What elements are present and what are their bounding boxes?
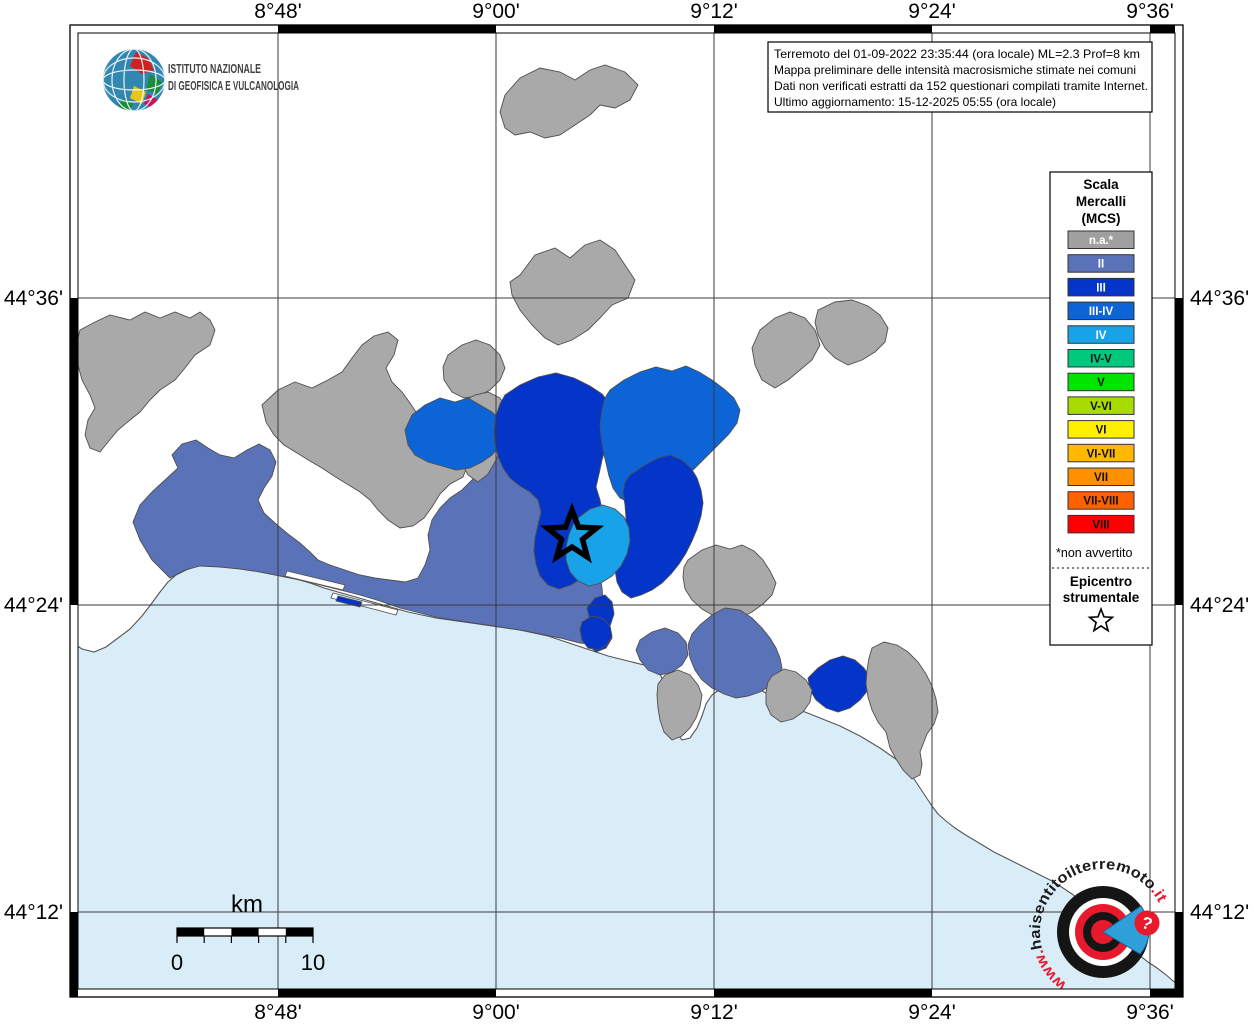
- axis-right-2: 44°24': [1190, 594, 1249, 617]
- legend-epicenter-line1: Epicentro: [1070, 574, 1132, 589]
- axis-bottom-1: 8°48': [254, 1001, 301, 1024]
- legend-chip-v-vi-label: V-VI: [1090, 401, 1112, 413]
- legend-chip-vi-vii-label: VI-VII: [1087, 448, 1116, 460]
- axis-bottom-2: 9°00': [472, 1001, 519, 1024]
- axis-right-1: 44°36': [1190, 287, 1249, 310]
- legend-chip-viii-label: VIII: [1092, 519, 1109, 531]
- legend-chip-vi-label: VI: [1096, 425, 1107, 437]
- axis-bottom-4: 9°24': [908, 1001, 955, 1024]
- axis-left-3: 44°12': [4, 901, 63, 924]
- seismic-intensity-map-page: km 0 10 ? www.haisentitoilterremoto.it I…: [0, 0, 1254, 1024]
- axis-top-4: 9°24': [908, 0, 955, 23]
- scale-bar-end: 10: [301, 950, 325, 975]
- legend-chip-ii-label: II: [1098, 259, 1104, 271]
- ingv-name-line2: DI GEOFISICA E VULCANOLOGIA: [168, 79, 299, 93]
- axis-bottom-3: 9°12': [690, 1001, 737, 1024]
- info-line-3: Dati non verificati estratti da 152 ques…: [774, 79, 1148, 93]
- legend-chip-vii-viii-label: VII-VIII: [1083, 496, 1118, 508]
- axis-top-3: 9°12': [690, 0, 737, 23]
- axis-top-1: 8°48': [254, 0, 301, 23]
- legend-box: Scala Mercalli (MCS) n.a.* II III III-IV…: [1049, 171, 1153, 646]
- scale-bar-unit: km: [231, 891, 263, 918]
- axis-top-2: 9°00': [472, 0, 519, 23]
- legend-chip-na-label: n.a.*: [1089, 235, 1114, 247]
- axis-left-2: 44°24': [4, 594, 63, 617]
- axis-bottom-5: 9°36': [1126, 1001, 1173, 1024]
- axis-left-1: 44°36': [4, 287, 63, 310]
- legend-title-line2: Mercalli: [1076, 194, 1126, 209]
- axis-top-5: 9°36': [1126, 0, 1173, 23]
- legend-chip-iii-iv-label: III-IV: [1089, 306, 1114, 318]
- info-line-1: Terremoto del 01-09-2022 23:35:44 (ora l…: [774, 47, 1140, 61]
- legend-chip-v-label: V: [1097, 377, 1105, 389]
- legend-chip-vii-label: VII: [1094, 472, 1108, 484]
- legend-chip-iii-label: III: [1096, 282, 1106, 294]
- axis-right-3: 44°12': [1190, 901, 1249, 924]
- earthquake-info-box: Terremoto del 01-09-2022 23:35:44 (ora l…: [767, 41, 1153, 113]
- map-canvas: km 0 10 ? www.haisentitoilterremoto.it I…: [4, 0, 1249, 1024]
- legend-epicenter-line2: strumentale: [1063, 590, 1140, 605]
- scale-bar-start: 0: [171, 950, 183, 975]
- info-line-2: Mappa preliminare delle intensità macros…: [774, 63, 1136, 77]
- legend-title-line1: Scala: [1083, 177, 1119, 192]
- legend-chip-iv-label: IV: [1096, 330, 1107, 342]
- legend-footnote: *non avvertito: [1056, 546, 1132, 560]
- info-line-4: Ultimo aggiornamento: 15-12-2025 05:55 (…: [774, 95, 1056, 109]
- legend-title-line3: (MCS): [1082, 211, 1121, 226]
- ingv-name-line1: ISTITUTO NAZIONALE: [168, 62, 261, 76]
- map-content: km 0 10 ? www.haisentitoilterremoto.it: [78, 33, 1175, 989]
- legend-chip-iv-v-label: IV-V: [1090, 354, 1112, 366]
